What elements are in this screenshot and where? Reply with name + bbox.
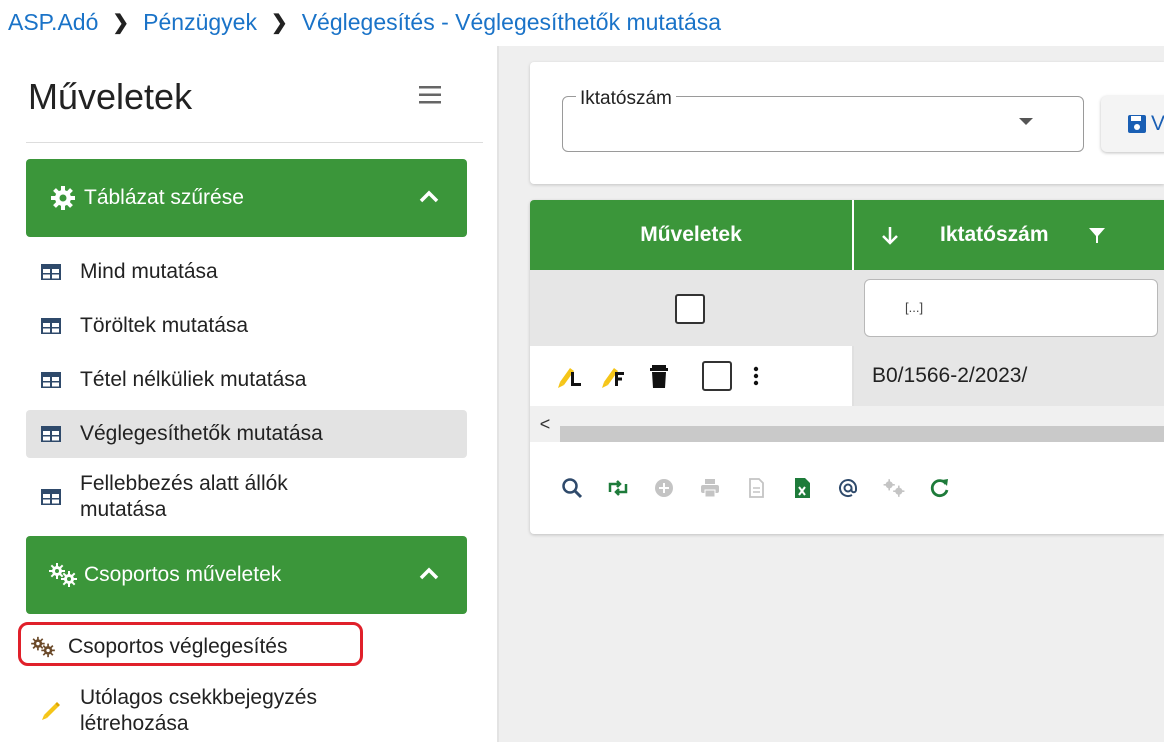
column-header-label: Iktatószám	[940, 223, 1049, 246]
sidebar-divider	[26, 142, 483, 143]
sidebar-item-label: Véglegesíthetők mutatása	[80, 422, 323, 445]
search-icon[interactable]	[560, 476, 584, 500]
horizontal-scrollbar[interactable]: <	[530, 406, 1164, 442]
cell-iktatoszam: B0/1566-2/2023/	[872, 364, 1028, 387]
table-icon	[41, 489, 61, 505]
table-icon	[41, 372, 61, 388]
sidebar-item-mind-mutatasa[interactable]: Mind mutatása	[26, 252, 467, 292]
save-icon	[1128, 115, 1146, 133]
settings-icon[interactable]	[882, 476, 906, 500]
column-divider	[852, 346, 854, 406]
save-button-label: V	[1151, 112, 1164, 135]
chevron-up-icon[interactable]	[417, 185, 441, 209]
table-card: Műveletek Iktatószám [...] B0/1566-2/202…	[530, 200, 1164, 534]
swap-icon[interactable]	[606, 476, 630, 500]
breadcrumb-item-aspado[interactable]: ASP.Adó	[8, 9, 98, 36]
sort-down-arrow-icon[interactable]	[880, 225, 900, 245]
breadcrumb-separator-icon: ❯	[270, 11, 288, 34]
sidebar-item-fellebbezes-alatt-allok-mutatasa[interactable]: Fellebbezés alatt állók mutatása	[26, 466, 467, 528]
scroll-left-glyph: <	[539, 413, 551, 434]
iktatoszam-filter-input[interactable]: [...]	[864, 279, 1158, 337]
sidebar-title: Műveletek	[28, 76, 193, 117]
sidebar-item-label: Töröltek mutatása	[80, 314, 249, 337]
row-checkbox[interactable]	[702, 361, 732, 391]
document-icon[interactable]	[744, 476, 768, 500]
gears-icon	[48, 560, 78, 590]
iktatoszam-select-label: Iktatószám	[576, 88, 676, 110]
sidebar-item-tetel-nelkuliek-mutatasa[interactable]: Tétel nélküliek mutatása	[26, 360, 467, 400]
breadcrumb-separator-icon: ❯	[112, 11, 130, 34]
filter-funnel-icon[interactable]	[1087, 225, 1107, 245]
caret-down-icon[interactable]	[1019, 118, 1033, 125]
trash-icon[interactable]	[646, 362, 672, 390]
sidebar-item-label: Mind mutatása	[80, 260, 218, 283]
gear-icon	[48, 183, 78, 213]
chevron-up-icon[interactable]	[417, 562, 441, 586]
group-header-tablazat-szurese[interactable]: Táblázat szűrése	[26, 159, 467, 237]
refresh-icon[interactable]	[928, 476, 952, 500]
breadcrumb-item-penzugyek[interactable]: Pénzügyek	[143, 9, 257, 36]
sidebar-item-label: Fellebbezés alatt állók mutatása	[80, 472, 288, 521]
highlight-annotation	[18, 622, 363, 666]
column-header-muveletek: Műveletek	[530, 200, 852, 270]
table-icon	[41, 426, 61, 442]
add-icon[interactable]	[652, 476, 676, 500]
pencil-l-icon[interactable]	[558, 362, 584, 390]
print-icon[interactable]	[698, 476, 722, 500]
group-header-csoportos-muveletek[interactable]: Csoportos műveletek	[26, 536, 467, 614]
pencil-icon	[42, 702, 60, 720]
excel-icon[interactable]	[790, 476, 814, 500]
row-action-icons	[558, 360, 760, 392]
hamburger-menu-icon[interactable]	[417, 84, 445, 106]
table-toolbar	[560, 468, 974, 508]
group-header-label: Csoportos műveletek	[84, 563, 282, 586]
scrollbar-track[interactable]	[560, 406, 1164, 426]
column-header-label: Műveletek	[640, 223, 742, 246]
sidebar-item-toroltek-mutatasa[interactable]: Töröltek mutatása	[26, 306, 467, 346]
column-header-iktatoszam[interactable]: Iktatószám	[854, 200, 1164, 270]
sidebar-item-label: Utólagos csekkbejegyzés létrehozása	[80, 686, 317, 735]
sidebar-item-utolagos-csekkbejegyzes[interactable]: Utólagos csekkbejegyzés létrehozása	[26, 680, 467, 742]
breadcrumb-item-current[interactable]: Véglegesítés - Véglegesíthetők mutatása	[302, 9, 721, 36]
more-vertical-icon[interactable]	[752, 365, 760, 387]
scroll-left-icon[interactable]: <	[530, 406, 560, 442]
save-button[interactable]: V	[1101, 96, 1164, 152]
breadcrumb: ASP.Adó ❯ Pénzügyek ❯ Véglegesítés - Vég…	[8, 6, 721, 38]
filter-input-placeholder: [...]	[905, 300, 924, 315]
table-filter-row: [...]	[530, 270, 1164, 346]
table-icon	[41, 264, 61, 280]
select-all-checkbox[interactable]	[675, 294, 705, 324]
table-row[interactable]: B0/1566-2/2023/	[530, 346, 1164, 406]
sidebar-item-veglegesithetok-mutatasa[interactable]: Véglegesíthetők mutatása	[26, 410, 467, 458]
email-icon[interactable]	[836, 476, 860, 500]
pencil-f-icon[interactable]	[602, 362, 628, 390]
sidebar-item-label: Tétel nélküliek mutatása	[80, 368, 307, 391]
group-header-label: Táblázat szűrése	[84, 186, 244, 209]
table-icon	[41, 318, 61, 334]
